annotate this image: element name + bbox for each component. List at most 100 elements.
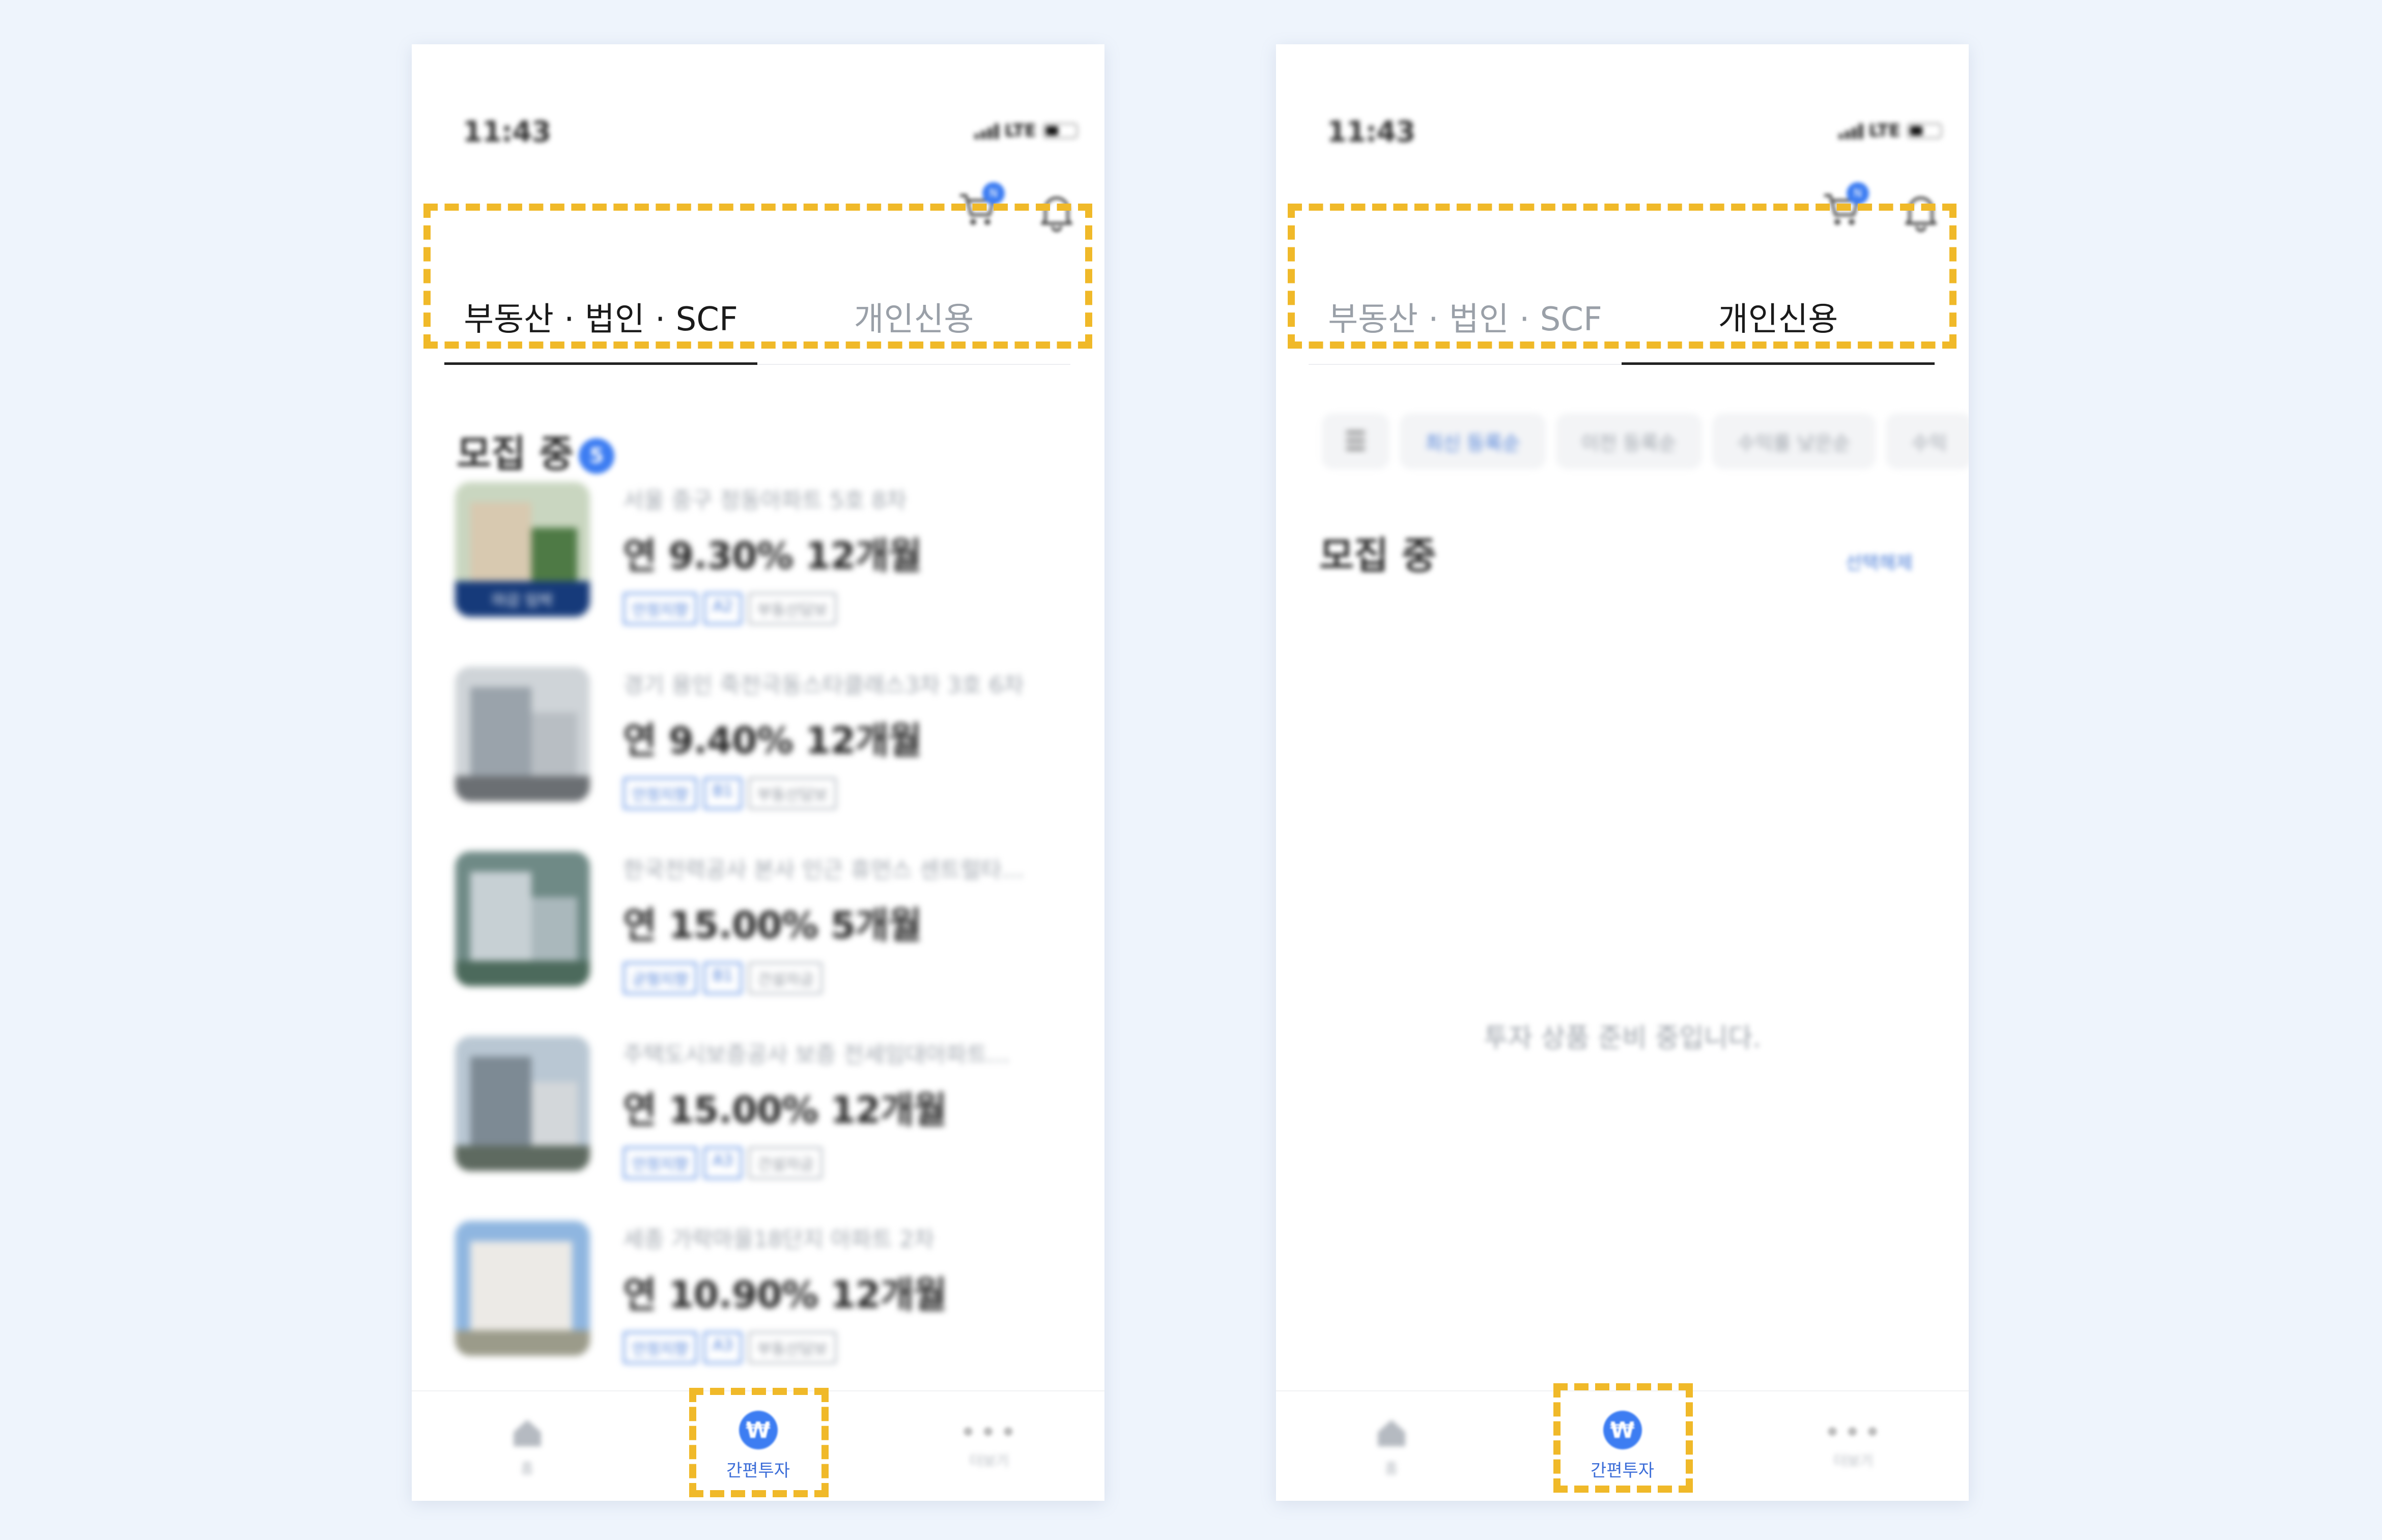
bottom-nav: 홈 ₩ 간편투자 ••• 더보기 bbox=[1276, 1390, 1969, 1501]
product-tag: A3 bbox=[703, 1147, 743, 1179]
signal-icon bbox=[974, 123, 999, 139]
product-tag: 균형지향 bbox=[623, 962, 698, 994]
product-tag: 건설자금 bbox=[748, 962, 823, 994]
product-info: 서울 중구 정동아파트 5호 8차 연 9.30% 12개월 안정지향 A2 부… bbox=[623, 482, 1066, 625]
product-tabs: 부동산 · 법인 · SCF 개인신용 bbox=[444, 268, 1070, 365]
product-info: 세종 가락마을18단지 아파트 2차 연 10.90% 12개월 안정지향 A3… bbox=[623, 1221, 1066, 1364]
product-tags: 안정지향 B1 부동산담보 bbox=[623, 777, 1066, 810]
product-rate: 연 9.30% 12개월 bbox=[623, 534, 922, 577]
home-icon bbox=[513, 1419, 541, 1446]
empty-state-message: 투자 상품 준비 중입니다. bbox=[1484, 1023, 1761, 1053]
product-name: 주택도시보증공사 보증 전세임대아파트… bbox=[623, 1042, 1010, 1068]
product-info: 경기 용인 죽전극동스타클래스3차 3호 6차 연 9.40% 12개월 안정지… bbox=[623, 667, 1066, 810]
product-name: 경기 용인 죽전극동스타클래스3차 3호 6차 bbox=[623, 672, 1024, 698]
product-rate: 연 10.90% 12개월 bbox=[623, 1273, 947, 1316]
product-name: 한국전력공사 본사 인근 휴먼스 센트럴타… bbox=[623, 857, 1025, 883]
closing-soon-badge: 마감 임박 bbox=[455, 581, 590, 617]
product-card[interactable]: 한국전력공사 본사 인근 휴먼스 센트럴타… 연 15.00% 5개월 균형지향… bbox=[455, 851, 1066, 1036]
nav-invest[interactable]: ₩ 간편투자 bbox=[643, 1391, 873, 1501]
product-name: 세종 가락마을18단지 아파트 2차 bbox=[623, 1227, 934, 1252]
count-badge: 5 bbox=[579, 438, 615, 474]
filter-icon[interactable]: ☰ bbox=[1322, 413, 1390, 469]
nav-more[interactable]: ••• 더보기 bbox=[1738, 1391, 1969, 1501]
product-tag: 안정지향 bbox=[623, 1331, 698, 1364]
more-icon: ••• bbox=[959, 1414, 1019, 1450]
product-list: 마감 임박 서울 중구 정동아파트 5호 8차 연 9.30% 12개월 안정지… bbox=[455, 482, 1066, 1406]
bell-icon[interactable] bbox=[1038, 192, 1075, 233]
product-tag: A3 bbox=[703, 1331, 743, 1364]
won-icon: ₩ bbox=[739, 1411, 778, 1449]
phone-screen-personal-credit: 11:43 LTE N 부동산 · 법인 · SCF 개인신용 ☰ 최신 등록순… bbox=[1276, 44, 1969, 1501]
network-label: LTE bbox=[1868, 121, 1901, 141]
active-tab-indicator bbox=[444, 362, 757, 365]
nav-more-label: 더보기 bbox=[1833, 1452, 1874, 1469]
battery-icon bbox=[1042, 123, 1078, 139]
product-tabs: 부동산 · 법인 · SCF 개인신용 bbox=[1309, 268, 1935, 365]
filter-chip[interactable]: 이전 등록순 bbox=[1555, 413, 1702, 469]
section-title: 모집 중5 bbox=[457, 423, 615, 478]
status-time: 11:43 bbox=[1327, 116, 1415, 149]
nav-home[interactable]: 홈 bbox=[1276, 1391, 1507, 1501]
product-tag: 안정지향 bbox=[623, 592, 698, 625]
nav-more[interactable]: ••• 더보기 bbox=[874, 1391, 1104, 1501]
product-tag: B1 bbox=[703, 777, 743, 810]
product-tag: 부동산담보 bbox=[748, 777, 837, 810]
sort-filters: ☰ 최신 등록순 이전 등록순 수익률 낮은순 수익 bbox=[1322, 413, 1969, 469]
network-label: LTE bbox=[1004, 121, 1036, 141]
bottom-nav: 홈 ₩ 간편투자 ••• 더보기 bbox=[412, 1390, 1104, 1501]
won-icon: ₩ bbox=[1603, 1411, 1642, 1449]
product-card[interactable]: 세종 가락마을18단지 아파트 2차 연 10.90% 12개월 안정지향 A3… bbox=[455, 1221, 1066, 1406]
product-info: 한국전력공사 본사 인근 휴먼스 센트럴타… 연 15.00% 5개월 균형지향… bbox=[623, 851, 1066, 994]
product-tag: 안정지향 bbox=[623, 1147, 698, 1179]
battery-icon bbox=[1907, 123, 1942, 139]
status-time: 11:43 bbox=[463, 116, 551, 149]
tab-real-estate[interactable]: 부동산 · 법인 · SCF bbox=[444, 268, 757, 365]
cart-icon[interactable]: N bbox=[1821, 182, 1869, 230]
product-thumbnail bbox=[455, 851, 590, 986]
product-thumbnail: 마감 임박 bbox=[455, 482, 590, 617]
nav-invest-label: 간편투자 bbox=[1590, 1461, 1655, 1481]
cart-badge: N bbox=[982, 182, 1005, 205]
product-thumbnail bbox=[455, 1036, 590, 1171]
nav-more-label: 더보기 bbox=[969, 1452, 1009, 1469]
status-icons: LTE bbox=[1838, 121, 1942, 141]
tab-personal-credit[interactable]: 개인신용 bbox=[757, 268, 1070, 365]
nav-home-label: 홈 bbox=[1384, 1460, 1398, 1477]
deselect-link[interactable]: 선택해제 bbox=[1846, 548, 1913, 575]
phone-screen-real-estate: 11:43 LTE N 부동산 · 법인 · SCF 개인신용 모집 중5 마감… bbox=[412, 44, 1104, 1501]
cart-badge: N bbox=[1847, 182, 1869, 205]
more-icon: ••• bbox=[1823, 1414, 1884, 1450]
filter-chip[interactable]: 수익률 낮은순 bbox=[1712, 413, 1876, 469]
product-tag: 부동산담보 bbox=[748, 1331, 837, 1364]
active-tab-indicator bbox=[1622, 362, 1935, 365]
product-tag: A2 bbox=[703, 592, 743, 625]
filter-chip[interactable]: 최신 등록순 bbox=[1399, 413, 1546, 469]
product-thumbnail bbox=[455, 667, 590, 802]
nav-invest[interactable]: ₩ 간편투자 bbox=[1507, 1391, 1738, 1501]
product-tag: 건설자금 bbox=[748, 1147, 823, 1179]
bell-icon[interactable] bbox=[1903, 192, 1939, 233]
product-tags: 안정지향 A3 건설자금 bbox=[623, 1147, 1066, 1179]
product-card[interactable]: 마감 임박 서울 중구 정동아파트 5호 8차 연 9.30% 12개월 안정지… bbox=[455, 482, 1066, 667]
tab-personal-credit[interactable]: 개인신용 bbox=[1622, 268, 1935, 365]
cart-icon[interactable]: N bbox=[957, 182, 1005, 230]
product-card[interactable]: 경기 용인 죽전극동스타클래스3차 3호 6차 연 9.40% 12개월 안정지… bbox=[455, 667, 1066, 851]
filter-chip[interactable]: 수익 bbox=[1886, 413, 1969, 469]
comparison-stage: 11:43 LTE N 부동산 · 법인 · SCF 개인신용 모집 중5 마감… bbox=[0, 0, 2382, 1540]
product-tag: 안정지향 bbox=[623, 777, 698, 810]
section-title-text: 모집 중 bbox=[457, 432, 574, 476]
nav-home[interactable]: 홈 bbox=[412, 1391, 642, 1501]
product-tags: 균형지향 B1 건설자금 bbox=[623, 962, 1066, 994]
nav-home-label: 홈 bbox=[520, 1460, 534, 1477]
tab-real-estate[interactable]: 부동산 · 법인 · SCF bbox=[1309, 268, 1622, 365]
product-thumbnail bbox=[455, 1221, 590, 1356]
nav-invest-label: 간편투자 bbox=[726, 1461, 790, 1481]
product-tag: 부동산담보 bbox=[748, 592, 837, 625]
status-icons: LTE bbox=[974, 121, 1078, 141]
product-name: 서울 중구 정동아파트 5호 8차 bbox=[623, 488, 907, 514]
product-card[interactable]: 주택도시보증공사 보증 전세임대아파트… 연 15.00% 12개월 안정지향 … bbox=[455, 1036, 1066, 1221]
product-tags: 안정지향 A3 부동산담보 bbox=[623, 1331, 1066, 1364]
product-rate: 연 15.00% 12개월 bbox=[623, 1089, 947, 1131]
product-tag: B1 bbox=[703, 962, 743, 994]
home-icon bbox=[1377, 1419, 1405, 1446]
